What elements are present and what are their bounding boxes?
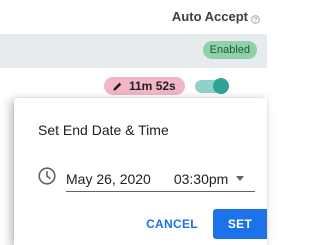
- table-row: Enabled: [0, 34, 267, 68]
- end-time-chip[interactable]: 11m 52s: [104, 77, 185, 95]
- clock-icon: [38, 167, 56, 185]
- chevron-down-icon[interactable]: [236, 176, 245, 181]
- cancel-button[interactable]: CANCEL: [136, 210, 208, 238]
- timer-label: 11m 52s: [129, 79, 176, 93]
- status-badge: Enabled: [202, 41, 257, 59]
- auto-accept-label: Auto Accept: [171, 9, 248, 24]
- auto-accept-toggle[interactable]: [195, 78, 229, 94]
- dialog-title: Set End Date & Time: [38, 122, 169, 138]
- help-icon[interactable]: [251, 12, 260, 24]
- date-time-field[interactable]: May 26, 2020 03:30pm: [66, 166, 255, 192]
- pencil-icon: [112, 81, 123, 92]
- table-header: Auto Accept: [0, 0, 267, 34]
- table-row: 11m 52s: [0, 68, 267, 100]
- toggle-knob: [213, 78, 229, 94]
- end-date-dialog: Set End Date & Time May 26, 2020 03:30pm…: [14, 98, 267, 245]
- set-button[interactable]: SET: [213, 209, 267, 239]
- time-value[interactable]: 03:30pm: [174, 171, 228, 187]
- date-value[interactable]: May 26, 2020: [66, 171, 151, 187]
- auto-accept-header: Auto Accept: [172, 9, 260, 24]
